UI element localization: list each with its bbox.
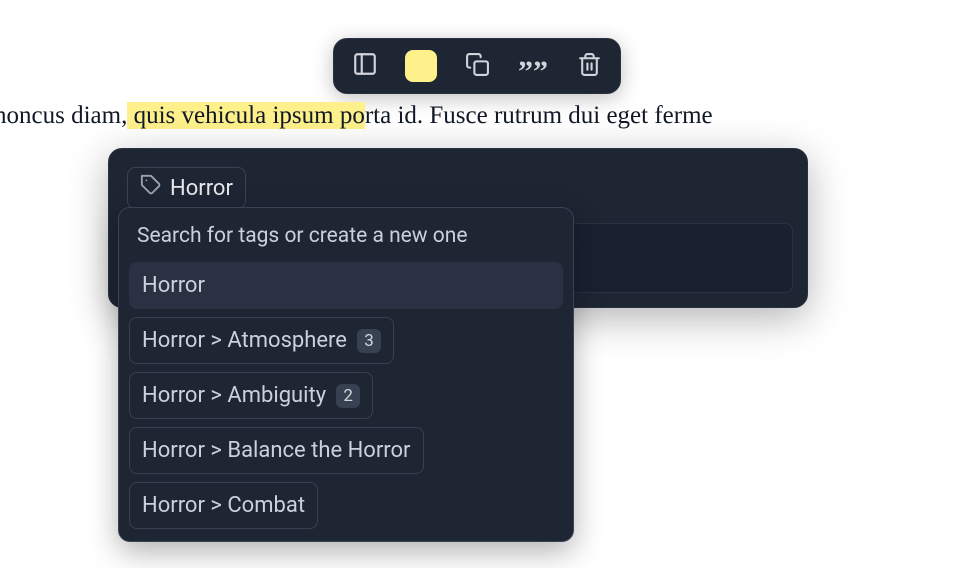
dropdown-item-label: Horror > Balance the Horror xyxy=(142,438,411,463)
delete-button[interactable] xyxy=(570,47,608,85)
selection-toolbar: ”” xyxy=(333,38,621,94)
tag-chip-label: Horror xyxy=(170,176,233,201)
dropdown-item[interactable]: Horror > Atmosphere 3 xyxy=(129,317,394,364)
tag-icon xyxy=(140,174,162,202)
highlight-swatch xyxy=(405,50,437,82)
highlight-color-button[interactable] xyxy=(402,47,440,85)
quote-button[interactable]: ”” xyxy=(514,47,552,85)
dropdown-item-label: Horror > Ambiguity xyxy=(142,383,326,408)
dropdown-item[interactable]: Horror > Ambiguity 2 xyxy=(129,372,373,419)
copy-button[interactable] xyxy=(458,47,496,85)
document-text: m rhoncus diam, quis vehicula ipsum port… xyxy=(0,98,954,133)
tag-input-row[interactable]: Horror xyxy=(123,163,793,213)
sidebar-toggle-button[interactable] xyxy=(346,47,384,85)
dropdown-item[interactable]: Horror xyxy=(129,262,563,309)
text-after-highlight: rta id. Fusce rutrum dui eget ferme xyxy=(365,102,713,129)
dropdown-item-label: Horror xyxy=(142,273,205,298)
highlighted-text: quis vehicula ipsum po xyxy=(127,102,364,129)
text-before-highlight: m rhoncus diam, xyxy=(0,102,127,129)
dropdown-header: Search for tags or create a new one xyxy=(129,218,563,262)
dropdown-item-label: Horror > Combat xyxy=(142,493,305,518)
quote-icon: ”” xyxy=(518,54,548,79)
panel-icon xyxy=(352,51,378,81)
trash-icon xyxy=(577,52,602,81)
count-badge: 2 xyxy=(336,384,360,408)
tag-chip[interactable]: Horror xyxy=(127,167,246,209)
tag-search-dropdown: Search for tags or create a new one Horr… xyxy=(118,207,574,542)
count-badge: 3 xyxy=(357,329,381,353)
dropdown-item[interactable]: Horror > Balance the Horror xyxy=(129,427,424,474)
copy-icon xyxy=(465,52,490,81)
dropdown-item-label: Horror > Atmosphere xyxy=(142,328,347,353)
dropdown-item[interactable]: Horror > Combat xyxy=(129,482,318,529)
